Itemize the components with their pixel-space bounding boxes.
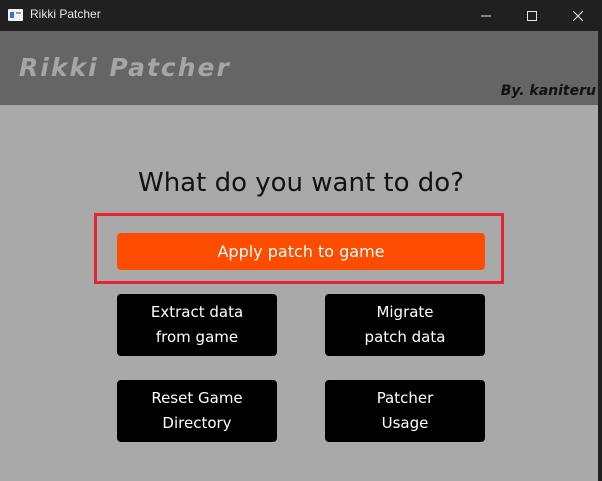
migrate-patch-label-line2: patch data [364, 328, 446, 346]
patcher-usage-label-line1: Patcher [376, 389, 434, 407]
maximize-button[interactable] [509, 0, 555, 31]
maximize-icon [527, 6, 537, 25]
window-edge [598, 31, 602, 481]
migrate-patch-label-line1: Migrate [376, 303, 434, 321]
apply-patch-button[interactable]: Apply patch to game [117, 233, 485, 270]
title-bar[interactable]: Rikki Patcher [0, 0, 602, 31]
reset-directory-label-line1: Reset Game [151, 389, 243, 407]
extract-data-label-line2: from game [155, 328, 239, 346]
close-button[interactable] [555, 0, 601, 31]
reset-directory-label-line2: Directory [162, 414, 232, 432]
reset-directory-button[interactable]: Reset Game Directory [117, 380, 277, 442]
patcher-usage-label-line2: Usage [381, 414, 429, 432]
main-panel: What do you want to do? Apply patch to g… [0, 105, 598, 481]
extract-data-label-line1: Extract data [150, 303, 244, 321]
app-window-icon [8, 9, 23, 21]
app-name-title: Rikki Patcher [19, 53, 231, 82]
extract-data-button[interactable]: Extract data from game [117, 294, 277, 356]
app-header: Rikki Patcher By. kaniteru [0, 31, 602, 105]
minimize-button[interactable] [463, 0, 509, 31]
migrate-patch-button[interactable]: Migrate patch data [325, 294, 485, 356]
app-window: Rikki Patcher Rikki Patcher By. kaniteru… [0, 0, 602, 481]
question-heading: What do you want to do? [137, 168, 464, 198]
window-title: Rikki Patcher [30, 7, 101, 21]
close-icon [572, 6, 584, 25]
minimize-icon [481, 6, 491, 25]
author-credit: By. kaniteru [500, 83, 596, 99]
patcher-usage-button[interactable]: Patcher Usage [325, 380, 485, 442]
